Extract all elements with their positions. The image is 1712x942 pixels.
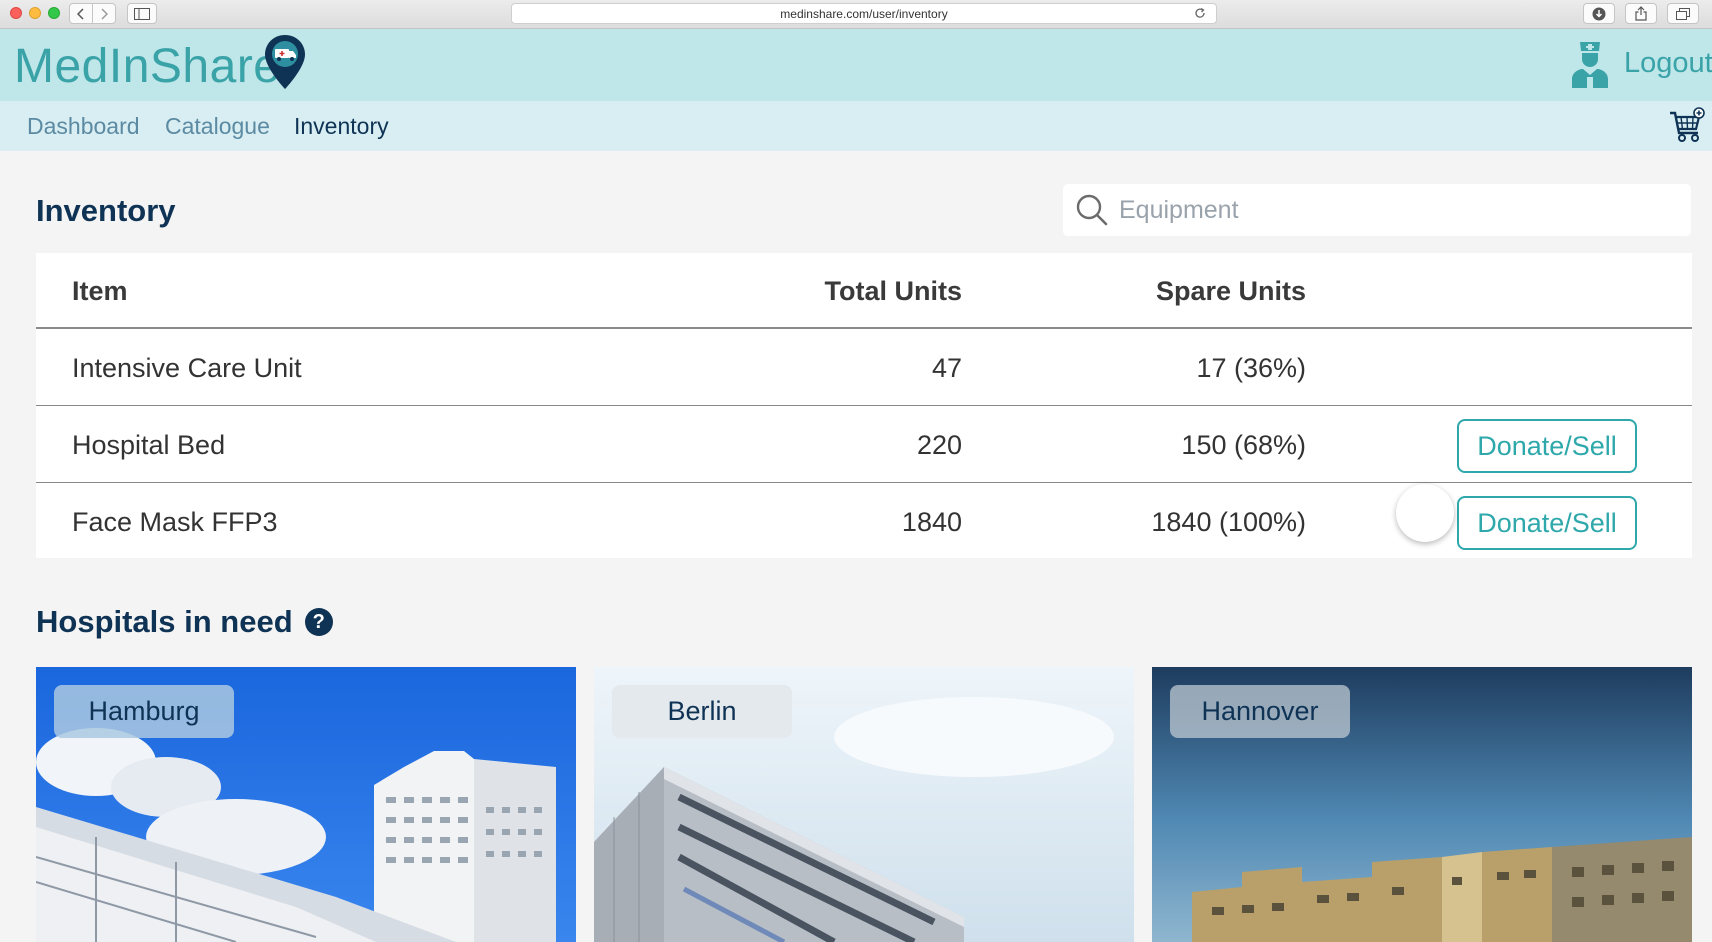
- spare-units: 150 (68%): [1181, 430, 1306, 460]
- close-window-button[interactable]: [10, 7, 22, 19]
- item-name: Hospital Bed: [72, 430, 226, 460]
- table-row: Hospital Bed 220 150 (68%) Donate/Sell: [36, 407, 1692, 483]
- nav-item-inventory[interactable]: Inventory: [294, 113, 389, 140]
- total-units: 220: [916, 430, 962, 460]
- table-header-row: Item Total Units Spare Units: [36, 253, 1692, 329]
- column-header-spare-units: Spare Units: [1155, 276, 1306, 306]
- back-icon[interactable]: [70, 4, 92, 23]
- share-icon[interactable]: [1625, 3, 1657, 24]
- help-icon[interactable]: ?: [304, 608, 333, 636]
- search-box: [1063, 184, 1691, 236]
- nav-item-dashboard[interactable]: Dashboard: [27, 113, 140, 140]
- main-nav: Dashboard Catalogue Inventory: [0, 101, 1712, 151]
- brand-logo-text[interactable]: MedInShare: [14, 39, 281, 94]
- hospital-card-berlin[interactable]: Berlin: [594, 667, 1134, 942]
- column-header-item: Item: [72, 276, 128, 306]
- city-label: Berlin: [612, 685, 792, 738]
- downloads-icon[interactable]: [1583, 3, 1615, 24]
- search-input[interactable]: [1119, 190, 1679, 230]
- touch-cursor-indicator: [1396, 484, 1454, 542]
- spare-units: 17 (36%): [1196, 353, 1306, 383]
- minimize-window-button[interactable]: [29, 7, 41, 19]
- sidebar-toggle-icon[interactable]: [127, 3, 157, 24]
- forward-icon[interactable]: [92, 4, 115, 23]
- table-row: Intensive Care Unit 47 17 (36%): [36, 330, 1692, 406]
- hospital-card-hamburg[interactable]: Hamburg: [36, 667, 576, 942]
- hospital-card-hannover[interactable]: Hannover: [1152, 667, 1692, 942]
- item-name: Face Mask FFP3: [72, 507, 278, 537]
- logout-link[interactable]: Logout: [1624, 47, 1712, 80]
- cart-icon[interactable]: [1668, 107, 1706, 145]
- ambulance-pin-icon: [265, 35, 305, 89]
- spare-units: 1840 (100%): [1151, 507, 1306, 537]
- url-text: medinshare.com/user/inventory: [780, 6, 948, 21]
- history-nav: [69, 3, 116, 24]
- total-units: 1840: [901, 507, 962, 537]
- nurse-avatar-icon[interactable]: [1570, 39, 1610, 89]
- address-bar[interactable]: medinshare.com/user/inventory: [511, 3, 1217, 24]
- browser-toolbar: medinshare.com/user/inventory: [0, 0, 1712, 29]
- city-label: Hannover: [1170, 685, 1350, 738]
- total-units: 47: [931, 353, 962, 383]
- section-title-hospitals: Hospitals in need ?: [36, 604, 333, 640]
- column-header-total-units: Total Units: [824, 276, 963, 306]
- donate-sell-button[interactable]: Donate/Sell: [1457, 419, 1637, 473]
- search-icon: [1076, 194, 1108, 226]
- maximize-window-button[interactable]: [48, 7, 60, 19]
- page-title: Inventory: [36, 193, 176, 228]
- reload-icon[interactable]: [1194, 7, 1206, 22]
- tabs-overview-icon[interactable]: [1667, 3, 1699, 24]
- app-header: MedInShare Logout: [0, 29, 1712, 101]
- donate-sell-button[interactable]: Donate/Sell: [1457, 496, 1637, 550]
- city-label: Hamburg: [54, 685, 234, 738]
- item-name: Intensive Care Unit: [72, 353, 302, 383]
- section-title-text: Hospitals in need: [36, 604, 293, 639]
- nav-item-catalogue[interactable]: Catalogue: [165, 113, 270, 140]
